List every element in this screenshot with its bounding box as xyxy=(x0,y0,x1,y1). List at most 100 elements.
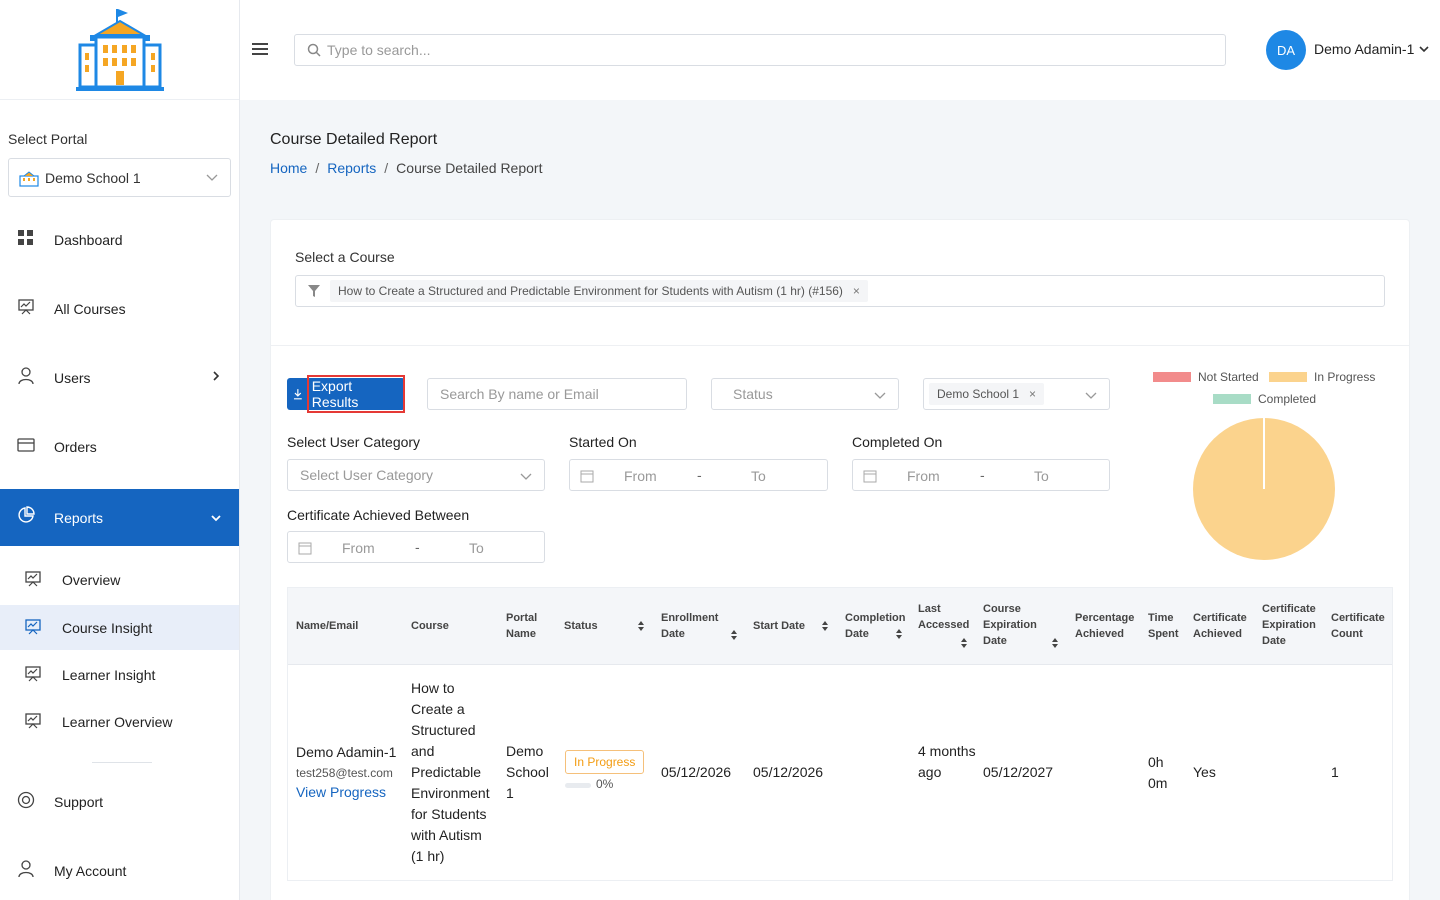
started-on-from[interactable]: From xyxy=(624,468,657,484)
sidebar-divider xyxy=(92,762,152,763)
col-last-accessed[interactable]: Last Accessed xyxy=(918,601,973,633)
view-progress-link[interactable]: View Progress xyxy=(296,782,386,803)
col-percentage-achieved[interactable]: Percentage Achieved xyxy=(1075,610,1141,642)
filter-icon xyxy=(308,285,320,297)
sidebar-item-label: Users xyxy=(54,370,91,386)
completed-on-from[interactable]: From xyxy=(907,468,940,484)
sort-icon[interactable] xyxy=(821,620,829,632)
sort-icon[interactable] xyxy=(1051,637,1059,649)
legend-item-in-progress[interactable]: In Progress xyxy=(1269,370,1375,384)
sidebar-subitem-learner-insight[interactable]: Learner Insight xyxy=(0,652,239,697)
started-on-label: Started On xyxy=(569,434,637,450)
col-start-date[interactable]: Start Date xyxy=(753,618,823,634)
calendar-icon xyxy=(580,470,594,483)
card-divider xyxy=(271,345,1409,346)
sort-icon[interactable] xyxy=(730,629,738,641)
pie-chart-icon xyxy=(18,506,35,523)
status-select[interactable]: Status xyxy=(711,378,899,410)
course-select[interactable]: How to Create a Structured and Predictab… xyxy=(295,275,1385,307)
breadcrumb-reports[interactable]: Reports xyxy=(327,160,376,176)
row-portal: Demo School 1 xyxy=(506,743,549,801)
sidebar: Select Portal Demo School 1 Dashboard Al… xyxy=(0,0,240,900)
chevron-down-icon xyxy=(1085,392,1097,399)
col-time-spent[interactable]: Time Spent xyxy=(1148,610,1184,642)
status-placeholder: Status xyxy=(733,386,773,402)
sidebar-subitem-label: Learner Overview xyxy=(62,713,173,730)
legend-item-completed[interactable]: Completed xyxy=(1213,392,1316,406)
legend-label: Not Started xyxy=(1198,370,1259,384)
chevron-down-icon[interactable] xyxy=(1419,44,1429,54)
search-name-email-input[interactable]: Search By name or Email xyxy=(427,378,687,410)
course-tag: How to Create a Structured and Predictab… xyxy=(330,280,868,302)
row-name: Demo Adamin-1 xyxy=(296,744,397,760)
portal-label: Select Portal xyxy=(8,131,88,147)
sidebar-subitem-overview[interactable]: Overview xyxy=(0,557,239,602)
remove-tag-icon[interactable]: × xyxy=(853,284,860,298)
col-certificate-achieved[interactable]: Certificate Achieved xyxy=(1193,610,1255,642)
sidebar-item-support[interactable]: Support xyxy=(0,780,239,824)
sidebar-item-users[interactable]: Users xyxy=(0,356,239,400)
legend-swatch xyxy=(1269,372,1307,382)
row-start-date: 05/12/2026 xyxy=(753,764,824,780)
sort-icon[interactable] xyxy=(895,628,903,640)
progress-bar xyxy=(565,783,591,788)
legend-swatch xyxy=(1213,394,1251,404)
logo[interactable] xyxy=(0,0,239,100)
cert-between-range[interactable]: From - To xyxy=(287,531,545,563)
sidebar-subitem-course-insight[interactable]: Course Insight xyxy=(0,605,239,650)
col-name-email[interactable]: Name/Email xyxy=(296,618,396,634)
row-course: How to Create a Structured and Predictab… xyxy=(411,680,490,864)
completed-on-range[interactable]: From - To xyxy=(852,459,1110,491)
col-enrollment-date[interactable]: Enrollment Date xyxy=(661,610,731,642)
cert-between-label: Certificate Achieved Between xyxy=(287,507,470,523)
started-on-range[interactable]: From - To xyxy=(569,459,828,491)
cert-between-from[interactable]: From xyxy=(342,540,375,556)
avatar[interactable]: DA xyxy=(1266,30,1306,70)
portal-select[interactable]: Demo School 1 xyxy=(8,158,231,197)
sort-icon[interactable] xyxy=(637,620,645,632)
col-portal-name[interactable]: Portal Name xyxy=(506,610,546,642)
sidebar-item-reports[interactable]: Reports xyxy=(0,489,239,546)
sidebar-item-all-courses[interactable]: All Courses xyxy=(0,287,239,331)
school-select[interactable]: Demo School 1 × xyxy=(923,378,1110,410)
sidebar-item-label: Support xyxy=(54,794,104,810)
chevron-down-icon xyxy=(520,473,532,480)
download-icon xyxy=(293,389,302,400)
sort-icon[interactable] xyxy=(960,637,968,649)
presentation-icon xyxy=(25,571,41,587)
legend-item-not-started[interactable]: Not Started xyxy=(1153,370,1259,384)
export-results-button[interactable]: Export Results xyxy=(287,375,405,413)
sidebar-subitem-learner-overview[interactable]: Learner Overview xyxy=(0,699,239,744)
range-separator: - xyxy=(697,467,702,483)
completed-on-to[interactable]: To xyxy=(1034,468,1049,484)
remove-tag-icon[interactable]: × xyxy=(1029,387,1036,401)
user-name[interactable]: Demo Adamin-1 xyxy=(1314,41,1414,57)
sidebar-item-label: Orders xyxy=(54,439,97,455)
presentation-icon xyxy=(25,713,41,729)
breadcrumb-home[interactable]: Home xyxy=(270,160,307,176)
search-name-email-placeholder: Search By name or Email xyxy=(440,386,599,402)
sidebar-item-orders[interactable]: Orders xyxy=(0,425,239,469)
user-icon xyxy=(18,367,34,385)
started-on-to[interactable]: To xyxy=(751,468,766,484)
chevron-down-icon xyxy=(874,392,886,399)
col-certificate-expiration[interactable]: Certificate Expiration Date xyxy=(1262,601,1322,649)
portal-select-value: Demo School 1 xyxy=(45,169,141,186)
presentation-icon xyxy=(25,666,41,682)
legend-label: In Progress xyxy=(1314,370,1376,384)
col-status[interactable]: Status xyxy=(564,618,624,634)
user-category-select[interactable]: Select User Category xyxy=(287,459,545,491)
hamburger-menu-icon[interactable] xyxy=(252,42,268,56)
sidebar-item-dashboard[interactable]: Dashboard xyxy=(0,218,239,262)
col-certificate-count[interactable]: Certificate Count xyxy=(1331,610,1391,642)
completed-on-label: Completed On xyxy=(852,434,943,450)
global-search-input[interactable]: Type to search... xyxy=(294,34,1226,66)
breadcrumb-current: Course Detailed Report xyxy=(396,160,543,176)
cert-between-to[interactable]: To xyxy=(469,540,484,556)
sidebar-item-my-account[interactable]: My Account xyxy=(0,849,239,893)
sidebar-item-label: Reports xyxy=(54,509,104,526)
dashboard-icon xyxy=(18,230,33,245)
presentation-icon xyxy=(25,619,41,635)
col-course[interactable]: Course xyxy=(411,618,491,634)
school-icon xyxy=(19,170,39,187)
